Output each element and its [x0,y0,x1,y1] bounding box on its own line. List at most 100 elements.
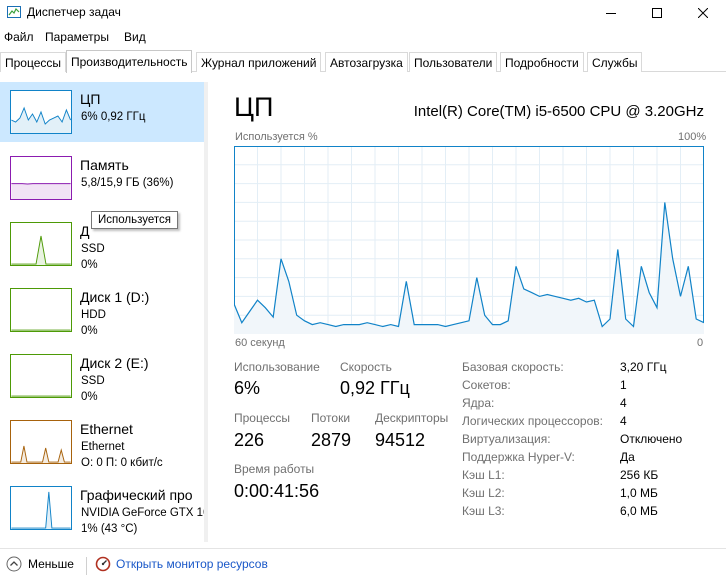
tab-users[interactable]: Пользователи [409,52,498,72]
threads-label: Потоки [311,411,351,425]
detail-label: Виртуализация: [462,432,551,446]
handles-value: 94512 [375,430,426,450]
menu-bar: Файл Параметры Вид [0,27,726,47]
resource-sidebar: ЦП 6% 0,92 ГГц Память 5,8/15,9 ГБ (36%) … [0,82,208,542]
sidebar-item-detail: SSD [81,375,105,387]
tab-app-history[interactable]: Журнал приложений [196,52,322,72]
disk-thumbnail-graph [10,288,72,332]
detail-label: Логических процессоров: [462,414,603,428]
detail-label: Кэш L3: [462,504,505,518]
maximize-icon [652,8,662,18]
resource-monitor-link[interactable]: Открыть монитор ресурсов [95,556,268,572]
detail-label: Ядра: [462,396,495,410]
sidebar-item-usage: 1% (43 °C) [81,523,138,535]
chevron-up-icon [6,556,22,572]
tab-startup[interactable]: Автозагрузка [325,52,408,72]
sidebar-item-detail: SSD [81,243,105,255]
sidebar-item-usage: 0% [81,259,98,271]
menu-file[interactable]: Файл [4,30,34,44]
sidebar-item-title: Память [80,157,129,173]
detail-value: 1 [620,378,627,392]
thumbnail-area [11,235,71,265]
sidebar-item-detail: 5,8/15,9 ГБ (36%) [81,177,174,189]
sidebar-item-title: Диск 2 (E:) [80,355,149,371]
sidebar-item-title: Ethernet [80,421,133,437]
fewer-details-label: Меньше [28,557,74,571]
thumbnail-line [11,491,71,529]
processes-label: Процессы [234,411,291,425]
cpu-usage-graph [234,146,704,334]
threads-value: 2879 [311,430,352,450]
detail-label: Поддержка Hyper-V: [462,450,575,464]
fewer-details-button[interactable]: Меньше [6,556,74,572]
tab-strip: Процессы Производительность Журнал прило… [0,50,726,73]
processes-value: 226 [234,430,265,450]
title-bar: Диспетчер задач [0,0,726,26]
cpu-model: Intel(R) Core(TM) i5-6500 CPU @ 3.20GHz [413,103,704,120]
detail-label: Кэш L2: [462,486,505,500]
detail-label: Базовая скорость: [462,360,564,374]
memory-thumbnail-graph [10,156,72,200]
graph-y-label: Используется % [235,131,318,143]
thumbnail-area [11,491,71,529]
sidebar-item-title: Д [80,223,90,239]
sidebar-item-title: Диск 1 (D:) [80,289,150,305]
footer-divider [86,557,87,575]
sidebar-item-title: ЦП [80,91,101,107]
tooltip: Используется [91,211,178,229]
resource-monitor-label: Открыть монитор ресурсов [116,557,268,571]
sidebar-item-detail: Ethernet [81,441,125,453]
sidebar-item-memory[interactable]: Память 5,8/15,9 ГБ (36%) [0,148,204,208]
thumbnail-area [11,446,71,463]
sidebar-item-disk-1[interactable]: Диск 1 (D:) HDD 0% [0,280,204,340]
speed-value: 0,92 ГГц [340,378,410,398]
detail-value: Отключено [620,432,683,446]
sidebar-item-ethernet[interactable]: Ethernet Ethernet О: 0 П: 0 кбит/с [0,412,204,472]
detail-label: Сокетов: [462,378,511,392]
detail-value: 256 КБ [620,468,659,482]
sidebar-item-usage: 0% [81,391,98,403]
detail-value: 4 [620,414,627,428]
disk-thumbnail-graph [10,354,72,398]
detail-value: 4 [620,396,627,410]
window-title: Диспетчер задач [27,5,121,19]
sidebar-item-disk-2[interactable]: Диск 2 (E:) SSD 0% [0,346,204,406]
task-manager-icon [7,6,21,18]
usage-label: Использование [234,360,320,374]
sidebar-item-usage: О: 0 П: 0 кбит/с [81,457,163,469]
sidebar-item-detail: NVIDIA GeForce GTX 106 [81,507,208,519]
tab-services[interactable]: Службы [587,52,643,72]
gpu-thumbnail-graph [10,486,72,530]
sidebar-item-usage: 0% [81,325,98,337]
sidebar-item-cpu[interactable]: ЦП 6% 0,92 ГГц [0,82,204,142]
disk-thumbnail-graph [10,222,72,266]
tab-processes[interactable]: Процессы [0,52,67,72]
sidebar-item-detail: HDD [81,309,106,321]
sidebar-item-title: Графический про [80,487,193,503]
detail-value: 3,20 ГГц [620,360,667,374]
menu-view[interactable]: Вид [124,30,146,44]
uptime-label: Время работы [234,462,315,476]
detail-value: 1,0 МБ [620,486,658,500]
minimize-button[interactable] [588,0,634,26]
detail-value: Да [620,450,635,464]
maximize-button[interactable] [634,0,680,26]
minimize-icon [606,13,616,14]
ethernet-thumbnail-graph [10,420,72,464]
cpu-thumbnail-graph [10,90,72,134]
graph-x-label: 60 секунд [235,337,285,349]
tab-performance[interactable]: Производительность [66,50,193,73]
handles-label: Дескрипторы [375,411,449,425]
sidebar-scrollbar[interactable] [204,82,208,542]
graph-y-max: 100% [678,131,707,143]
sidebar-item-gpu[interactable]: Графический про NVIDIA GeForce GTX 106 1… [0,478,207,538]
tab-details[interactable]: Подробности [500,52,584,72]
detail-label: Кэш L1: [462,468,505,482]
resource-monitor-icon [95,556,111,572]
thumbnail-area [11,183,71,199]
detail-value: 6,0 МБ [620,504,658,518]
menu-options[interactable]: Параметры [45,30,109,44]
footer: Меньше Открыть монитор ресурсов [0,548,726,582]
graph-x-min: 0 [697,337,704,349]
close-button[interactable] [680,0,726,26]
